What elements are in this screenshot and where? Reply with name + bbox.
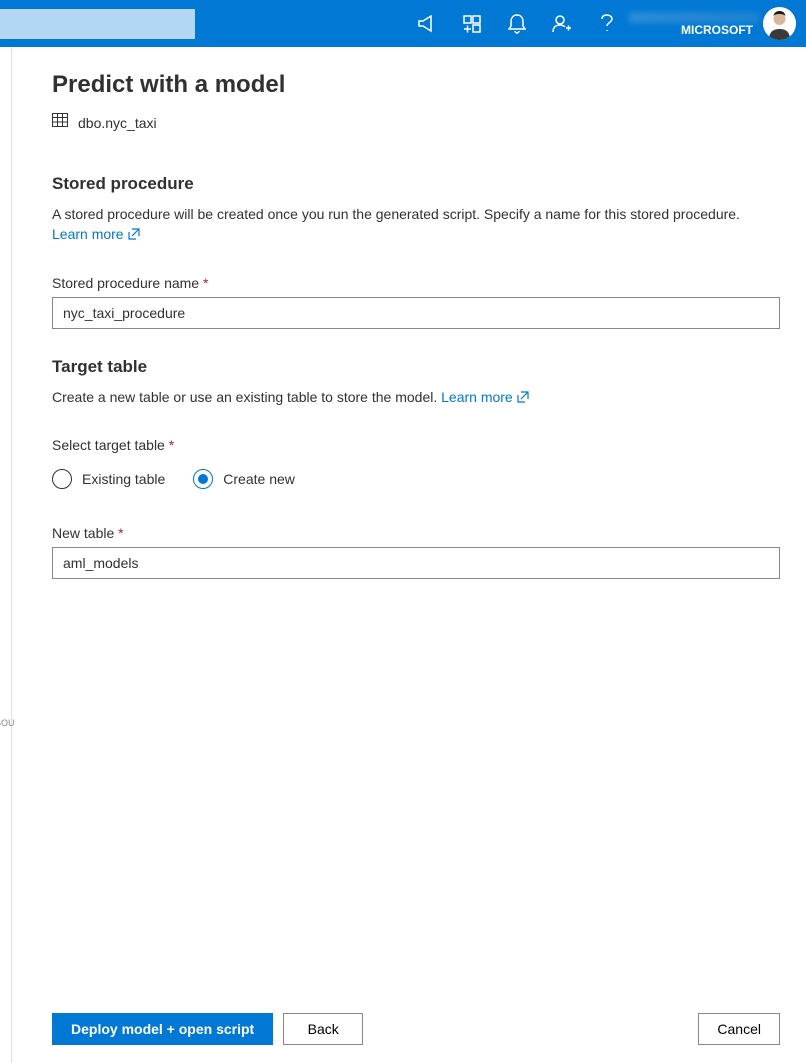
- top-right-group: MICROSOFT: [404, 0, 796, 47]
- user-info: MICROSOFT: [629, 0, 759, 47]
- proc-name-input[interactable]: [52, 297, 780, 329]
- target-radio-group: Existing table Create new: [52, 469, 780, 489]
- radio-label-existing: Existing table: [82, 471, 165, 487]
- org-name: MICROSOFT: [681, 23, 753, 43]
- source-table-name: dbo.nyc_taxi: [78, 115, 157, 131]
- radio-label-create: Create new: [223, 471, 295, 487]
- target-table-title: Target table: [52, 357, 780, 377]
- top-bar: MICROSOFT: [0, 0, 806, 47]
- user-email: [629, 12, 759, 23]
- source-table-row: dbo.nyc_taxi: [52, 113, 780, 132]
- radio-unchecked-icon: [52, 469, 72, 489]
- stored-proc-title: Stored procedure: [52, 174, 780, 194]
- footer-buttons: Deploy model + open script Back Cancel: [52, 999, 780, 1063]
- table-icon: [52, 113, 68, 132]
- learn-more-link[interactable]: Learn more: [52, 224, 140, 244]
- stored-proc-desc: A stored procedure will be created once …: [52, 204, 780, 245]
- learn-more-link-2[interactable]: Learn more: [441, 387, 529, 407]
- radio-existing-table[interactable]: Existing table: [52, 469, 165, 489]
- cancel-button[interactable]: Cancel: [698, 1013, 780, 1045]
- page-title: Predict with a model: [52, 71, 780, 99]
- proc-name-label: Stored procedure name *: [52, 275, 780, 291]
- search-input[interactable]: [0, 9, 195, 39]
- deploy-button[interactable]: Deploy model + open script: [52, 1013, 273, 1045]
- main-panel: Predict with a model dbo.nyc_taxi Stored…: [12, 47, 806, 1063]
- notifications-icon[interactable]: [494, 0, 539, 47]
- radio-create-new[interactable]: Create new: [193, 469, 295, 489]
- select-target-label: Select target table *: [52, 437, 780, 453]
- announcement-icon[interactable]: [404, 0, 449, 47]
- back-button[interactable]: Back: [283, 1013, 363, 1045]
- radio-checked-icon: [193, 469, 213, 489]
- new-table-input[interactable]: [52, 547, 780, 579]
- left-panel-edge: SOU: [0, 47, 12, 1063]
- view-switcher-icon[interactable]: [449, 0, 494, 47]
- new-table-label: New table *: [52, 525, 780, 541]
- feedback-icon[interactable]: [539, 0, 584, 47]
- avatar[interactable]: [763, 7, 796, 40]
- target-table-desc: Create a new table or use an existing ta…: [52, 387, 780, 407]
- help-icon[interactable]: [584, 0, 629, 47]
